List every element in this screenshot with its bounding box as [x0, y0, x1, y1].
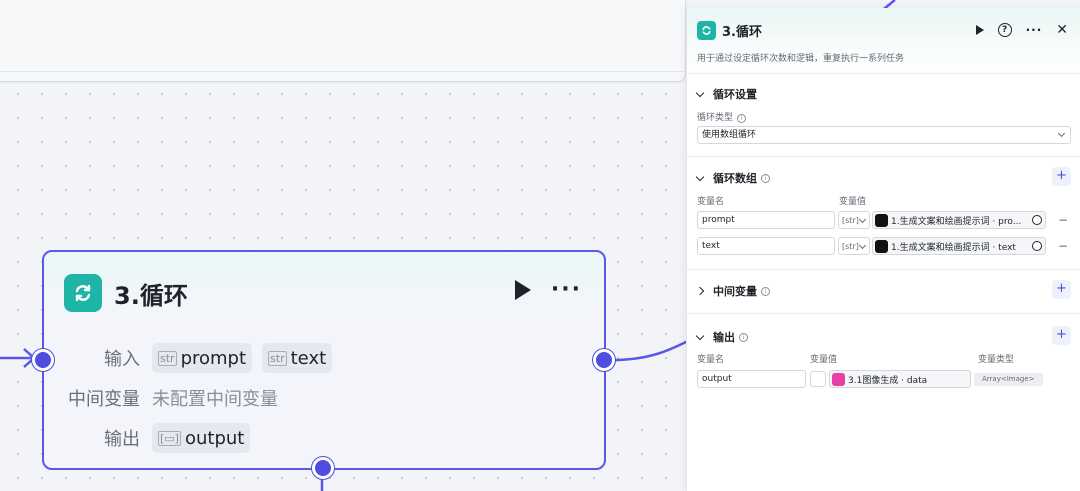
- ref-text: 3.1图像生成 · data: [848, 375, 928, 386]
- upstream-node-card[interactable]: [0, 0, 686, 82]
- panel-actions: ? ··· ✕: [975, 22, 1068, 38]
- label-text: 循环类型: [697, 113, 734, 123]
- select-value: 使用数组循环: [702, 130, 757, 140]
- type-tag: [str]: [842, 215, 859, 225]
- array-value-reference[interactable]: 1.生成文案和绘画提示词 · text: [872, 237, 1046, 255]
- panel-header: 3.循环 用于通过设定循环次数和逻辑，重复执行一系列任务 ? ··· ✕: [687, 8, 1080, 74]
- output-header[interactable]: 输出 i: [695, 329, 748, 345]
- loop-settings-section: 循环设置 循环类型 i 使用数组循环: [687, 74, 1080, 157]
- help-icon[interactable]: ?: [997, 23, 1012, 37]
- loop-settings-header[interactable]: 循环设置: [695, 86, 757, 102]
- str-icon: str: [158, 350, 177, 366]
- input-port[interactable]: [32, 349, 54, 371]
- add-intermediate-button[interactable]: +: [1052, 280, 1071, 299]
- more-icon[interactable]: ···: [551, 279, 582, 301]
- node-header: 3.循环: [64, 274, 188, 312]
- chevron-down-icon: [695, 88, 705, 97]
- llm-node-icon: [875, 239, 888, 253]
- chip-text: text: [290, 347, 327, 369]
- play-icon[interactable]: [975, 25, 984, 35]
- loop-body-port[interactable]: [312, 457, 334, 479]
- image-node-icon: [832, 372, 845, 386]
- add-output-button[interactable]: +: [1052, 326, 1071, 345]
- output-label: 输出: [104, 429, 140, 450]
- node-intermediate-row: 中间变量 未配置中间变量: [64, 378, 342, 418]
- loop-array-header[interactable]: 循环数组 i: [695, 170, 770, 186]
- input-label: 输入: [104, 349, 140, 370]
- remove-row-button[interactable]: −: [1058, 239, 1068, 253]
- output-section: 输出 i + 变量名 变量值 变量类型 output 3.1图像生成 · data…: [687, 314, 1080, 491]
- panel-title: 3.循环: [722, 25, 762, 40]
- node-rows: 输入 str prompt str text 中间变量 未配置中间变量 输出 [▭]…: [64, 338, 342, 458]
- input-chip-prompt: str prompt: [152, 343, 253, 373]
- chip-text: prompt: [180, 347, 247, 369]
- col-type-label: 变量类型: [978, 355, 1015, 365]
- node-input-row: 输入 str prompt str text: [64, 338, 342, 378]
- panel-description: 用于通过设定循环次数和逻辑，重复执行一系列任务: [697, 54, 905, 64]
- chevron-down-icon: [695, 331, 705, 340]
- loop-node[interactable]: 3.循环 ··· 输入 str prompt str text 中间变量 未配置中间…: [42, 250, 606, 470]
- info-icon: i: [761, 173, 770, 183]
- close-icon[interactable]: ✕: [1056, 22, 1068, 38]
- image-array-icon: [▭]: [158, 430, 181, 446]
- clear-icon[interactable]: [1032, 215, 1042, 225]
- value-type-select[interactable]: [str]: [838, 237, 870, 255]
- input-chip-text: str text: [262, 343, 333, 373]
- loop-icon: [64, 274, 102, 312]
- chevron-down-icon: [858, 241, 867, 250]
- output-chip: [▭] output: [152, 423, 251, 453]
- value-type-select[interactable]: [str]: [838, 211, 870, 229]
- output-var-name-input[interactable]: output: [697, 370, 806, 388]
- section-title: 输出: [713, 331, 735, 344]
- play-icon[interactable]: [514, 280, 531, 300]
- chevron-down-icon: [858, 215, 867, 224]
- llm-node-icon: [875, 213, 888, 227]
- info-icon: i: [739, 332, 748, 342]
- loop-type-select[interactable]: 使用数组循环: [697, 126, 1071, 144]
- node-settings-panel: 3.循环 用于通过设定循环次数和逻辑，重复执行一系列任务 ? ··· ✕ 循环设…: [686, 8, 1080, 491]
- col-value-label: 变量值: [839, 197, 867, 207]
- wire-out: [611, 338, 691, 362]
- col-name-label: 变量名: [697, 355, 725, 365]
- loop-type-label: 循环类型 i: [697, 110, 747, 123]
- chevron-down-icon: [1057, 129, 1066, 138]
- var-type-badge: Array<Image>: [974, 373, 1043, 386]
- add-array-item-button[interactable]: +: [1052, 167, 1071, 186]
- node-output-row: 输出 [▭] output: [64, 418, 342, 458]
- intermediate-label: 中间变量: [68, 389, 140, 410]
- output-port[interactable]: [593, 349, 615, 371]
- node-actions: ···: [514, 279, 582, 301]
- section-title: 循环设置: [713, 88, 757, 101]
- type-tag: [str]: [842, 241, 859, 251]
- array-var-name-input[interactable]: text: [697, 237, 835, 255]
- array-var-name-input[interactable]: prompt: [697, 211, 835, 229]
- ref-text: 1.生成文案和绘画提示词 · pro...: [891, 216, 1022, 227]
- chevron-right-icon: [695, 286, 705, 296]
- section-title: 循环数组: [713, 172, 757, 185]
- array-value-reference[interactable]: 1.生成文案和绘画提示词 · pro...: [872, 211, 1046, 229]
- section-title: 中间变量: [713, 285, 757, 298]
- divider: [0, 71, 685, 72]
- info-icon: i: [737, 114, 747, 123]
- image-type-icon[interactable]: [810, 371, 826, 387]
- output-value-reference[interactable]: 3.1图像生成 · data: [829, 370, 971, 388]
- col-value-label: 变量值: [810, 355, 838, 365]
- loop-array-section: 循环数组 i + 变量名 变量值 prompt [str] 1.生成文案和绘画提示…: [687, 157, 1080, 270]
- clear-icon[interactable]: [1032, 241, 1042, 251]
- loop-icon: [697, 21, 716, 40]
- intermediate-header[interactable]: 中间变量 i: [695, 283, 770, 299]
- col-name-label: 变量名: [697, 197, 725, 207]
- more-icon[interactable]: ···: [1026, 23, 1043, 37]
- chip-text: output: [184, 427, 245, 449]
- intermediate-value: 未配置中间变量: [152, 389, 278, 410]
- remove-row-button[interactable]: −: [1058, 213, 1068, 227]
- info-icon: i: [761, 286, 770, 296]
- ref-text: 1.生成文案和绘画提示词 · text: [891, 242, 1016, 253]
- intermediate-section: 中间变量 i +: [687, 270, 1080, 314]
- str-icon: str: [268, 350, 287, 366]
- node-title: 3.循环: [114, 281, 188, 310]
- chevron-down-icon: [695, 172, 705, 181]
